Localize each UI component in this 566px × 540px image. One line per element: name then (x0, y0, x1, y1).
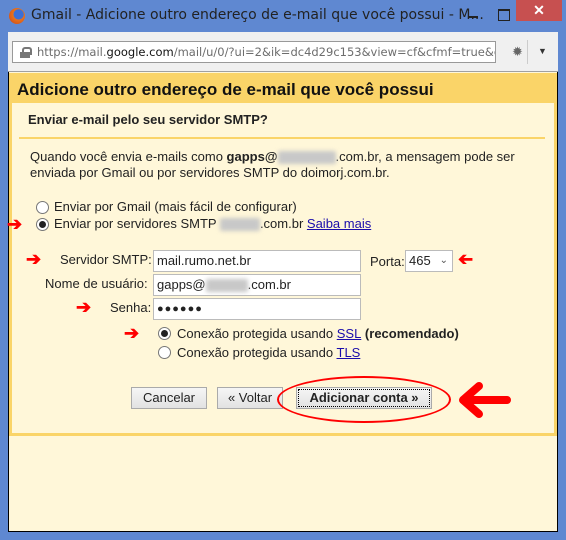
password-label: Senha: (110, 300, 152, 315)
annotation-arrow: ➔ (458, 249, 474, 269)
annotation-arrow: ➔ (76, 297, 92, 317)
close-button[interactable]: ✕ (516, 0, 562, 21)
radio-tls-label[interactable]: Conexão protegida usando TLS (177, 345, 360, 360)
annotation-arrow: ➔ (7, 214, 23, 234)
ssl-text: Conexão protegida usando (177, 326, 337, 341)
annotation-arrow: ➔ (26, 249, 42, 269)
radio-send-gmail[interactable] (36, 201, 49, 214)
back-button[interactable]: « Voltar (217, 387, 283, 409)
url-bar[interactable]: https://mail.google.com/mail/u/0/?ui=2&i… (12, 41, 496, 63)
port-label: Porta: (370, 254, 405, 269)
username-input[interactable]: gapps@ .com.br (153, 274, 361, 296)
radio-ssl-label[interactable]: Conexão protegida usando SSL (recomendad… (177, 326, 459, 341)
extension-icon[interactable]: ✹ (512, 44, 523, 60)
desc-text: Quando você envia e-mails como (30, 149, 227, 164)
annotation-big-arrow (459, 382, 511, 418)
url-prefix: https://mail. (37, 45, 107, 59)
desc-email: gapps@ (226, 149, 278, 164)
chevron-down-icon[interactable]: ▼ (538, 46, 547, 56)
ssl-recommended: (recomendado) (361, 326, 459, 341)
password-input[interactable]: ●●●●●● (153, 298, 361, 320)
ssl-link[interactable]: SSL (337, 326, 362, 341)
maximize-button[interactable] (490, 4, 516, 24)
port-select[interactable]: 465 ⌄ (405, 250, 453, 272)
description-line-1: Quando você envia e-mails como gapps@ .co… (30, 149, 515, 165)
learn-more-link[interactable]: Saiba mais (307, 216, 371, 231)
description-line-2: enviada por Gmail ou por servidores SMTP… (30, 165, 390, 180)
url-domain: google.com (106, 45, 174, 59)
redacted-domain (205, 279, 248, 293)
divider (19, 137, 545, 139)
redacted-domain (277, 151, 336, 165)
url-suffix: /mail/u/0/?ui=2&ik=dc4d29c153&view=cf&cf… (173, 45, 496, 59)
smtp-option-domain: .com.br (259, 216, 304, 231)
toolbar-divider (527, 40, 528, 64)
dialog-subtitle: Enviar e-mail pelo seu servidor SMTP? (28, 112, 268, 127)
tls-link[interactable]: TLS (337, 345, 361, 360)
smtp-option-text: Enviar por servidores SMTP (54, 216, 220, 231)
minimize-button[interactable] (460, 4, 486, 24)
radio-ssl[interactable] (158, 327, 171, 340)
lock-icon (20, 47, 32, 58)
cancel-button[interactable]: Cancelar (131, 387, 207, 409)
annotation-ellipse (277, 376, 451, 423)
radio-send-gmail-label[interactable]: Enviar por Gmail (mais fácil de configur… (54, 199, 297, 214)
username-label: Nome de usuário: (45, 276, 148, 291)
dialog-title: Adicione outro endereço de e-mail que vo… (17, 80, 434, 99)
radio-tls[interactable] (158, 346, 171, 359)
window-title: Gmail - Adicione outro endereço de e-mai… (31, 7, 484, 23)
tls-text: Conexão protegida usando (177, 345, 337, 360)
smtp-server-label: Servidor SMTP: (60, 252, 152, 267)
annotation-arrow: ➔ (124, 323, 140, 343)
username-prefix: gapps@ (157, 277, 206, 292)
radio-send-smtp-label[interactable]: Enviar por servidores SMTP .com.br Saiba… (54, 216, 371, 232)
redacted-domain (219, 218, 260, 232)
firefox-icon (9, 8, 25, 24)
port-value: 465 (409, 253, 431, 268)
chevron-down-icon: ⌄ (439, 255, 448, 266)
username-suffix: .com.br (247, 277, 291, 292)
smtp-server-input[interactable]: mail.rumo.net.br (153, 250, 361, 272)
radio-send-smtp[interactable] (36, 218, 49, 231)
desc-text: .com.br, a mensagem pode ser (335, 149, 515, 164)
